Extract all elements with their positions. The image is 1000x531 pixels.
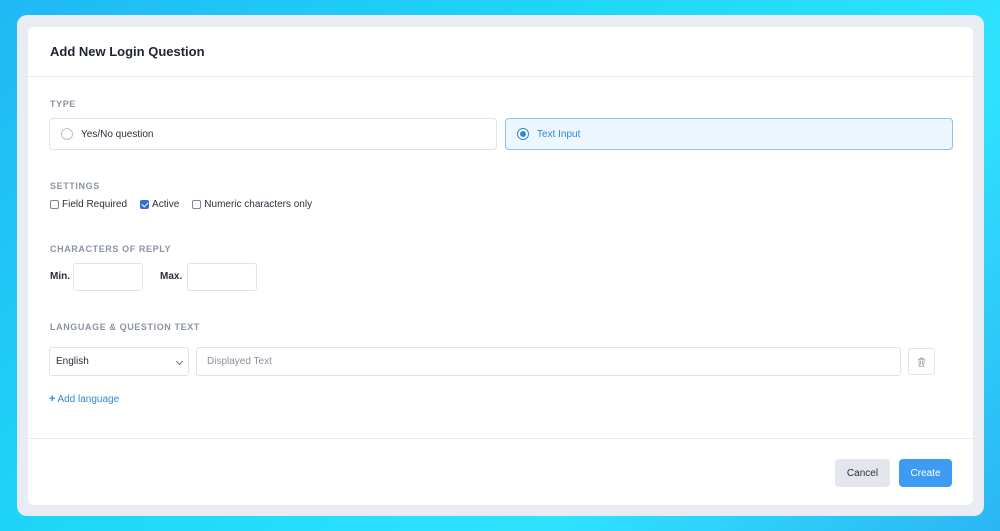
radio-text-input[interactable] xyxy=(517,128,529,140)
plus-icon: + xyxy=(49,393,56,405)
displayed-text-input[interactable]: Displayed Text xyxy=(196,347,901,376)
min-characters-input[interactable] xyxy=(73,263,143,291)
language-select-value: English xyxy=(56,356,89,367)
field-required-checkbox[interactable] xyxy=(50,200,59,209)
add-language-link[interactable]: + Add language xyxy=(49,393,119,405)
numeric-only-option[interactable]: Numeric characters only xyxy=(192,199,312,210)
footer-divider xyxy=(28,438,973,439)
language-section-label: LANGUAGE & QUESTION TEXT xyxy=(50,322,200,332)
min-label: Min. xyxy=(50,271,70,282)
delete-language-button[interactable] xyxy=(908,348,935,375)
type-option-text-input[interactable]: Text Input xyxy=(505,118,953,150)
characters-section-label: CHARACTERS OF REPLY xyxy=(50,244,172,254)
modal-title: Add New Login Question xyxy=(50,44,205,59)
max-characters-input[interactable] xyxy=(187,263,257,291)
checkbox-label: Active xyxy=(152,199,180,210)
chevron-down-icon xyxy=(175,357,184,366)
type-option-yes-no[interactable]: Yes/No question xyxy=(49,118,497,150)
modal-header: Add New Login Question xyxy=(28,27,973,77)
checkbox-label: Numeric characters only xyxy=(204,199,313,210)
settings-checkboxes: Field Required Active Numeric characters… xyxy=(50,199,325,210)
create-button[interactable]: Create xyxy=(899,459,952,487)
type-section-label: TYPE xyxy=(50,99,76,109)
active-checkbox[interactable] xyxy=(140,200,150,209)
trash-icon xyxy=(918,357,925,367)
add-login-question-modal: Add New Login Question TYPE Yes/No quest… xyxy=(28,27,973,505)
language-select[interactable]: English xyxy=(49,347,189,376)
max-label: Max. xyxy=(160,271,183,282)
type-option-label: Text Input xyxy=(537,128,581,140)
checkbox-label: Field Required xyxy=(62,199,128,210)
field-required-option[interactable]: Field Required xyxy=(50,199,127,210)
radio-yes-no[interactable] xyxy=(61,128,73,140)
add-language-label: Add language xyxy=(57,393,120,405)
type-option-label: Yes/No question xyxy=(81,128,154,140)
cancel-button[interactable]: Cancel xyxy=(835,459,890,487)
settings-section-label: SETTINGS xyxy=(50,181,100,191)
active-option[interactable]: Active xyxy=(140,199,179,210)
numeric-only-checkbox[interactable] xyxy=(192,200,202,209)
